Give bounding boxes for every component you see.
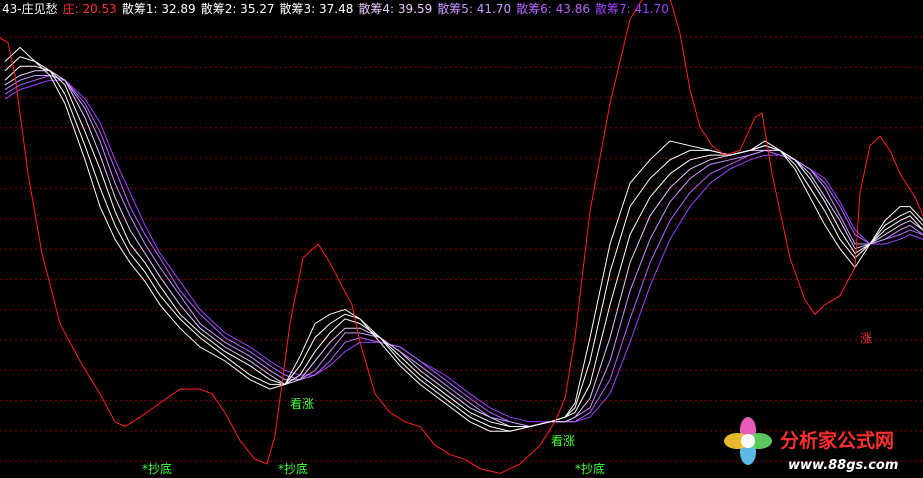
- indicator-values: 庄: 20.53 散筹1: 32.89 散筹2: 35.27 散筹3: 37.48 散筹…: [63, 2, 674, 16]
- indicator-header: 43-庄见愁 庄: 20.53 散筹1: 32.89 散筹2: 35.27 散筹3: 3…: [2, 1, 679, 17]
- chart-canvas: 看涨看涨涨*抄底 *抄底 *抄底 分析家公式网 www.88gs.com: [0, 0, 923, 476]
- annotation-label-4: *抄底: [278, 461, 308, 476]
- watermark: 分析家公式网 www.88gs.com: [724, 417, 898, 473]
- watermark-url: www.88gs.com: [788, 458, 898, 473]
- indicator-value-5: 散筹5: 41.70: [437, 2, 512, 16]
- series-line-0: [0, 0, 923, 474]
- grid-lines: [0, 36, 923, 462]
- indicator-value-1: 散筹1: 32.89: [121, 2, 196, 16]
- annotation-label-0: 看涨: [290, 396, 314, 411]
- indicator-value-3: 散筹3: 37.48: [279, 2, 354, 16]
- annotation-label-2: 涨: [860, 330, 872, 345]
- watermark-title: 分析家公式网: [780, 429, 894, 452]
- indicator-value-4: 散筹4: 39.59: [358, 2, 433, 16]
- indicator-value-0: 庄: 20.53: [62, 2, 117, 16]
- annotation-label-5: *抄底: [575, 461, 605, 476]
- annotation-label-3: *抄底: [142, 461, 172, 476]
- series-line-3: [4, 65, 923, 427]
- indicator-value-7: 散筹7: 41.70: [594, 2, 669, 16]
- series-lines: [0, 0, 923, 474]
- indicator-value-6: 散筹6: 43.86: [516, 2, 590, 16]
- annotation-label-1: 看涨: [551, 433, 575, 448]
- series-line-2: [4, 56, 923, 432]
- indicator-value-2: 散筹2: 35.27: [200, 2, 275, 16]
- indicator-title: 43-庄见愁: [2, 2, 58, 16]
- flower-logo-icon: [724, 417, 772, 465]
